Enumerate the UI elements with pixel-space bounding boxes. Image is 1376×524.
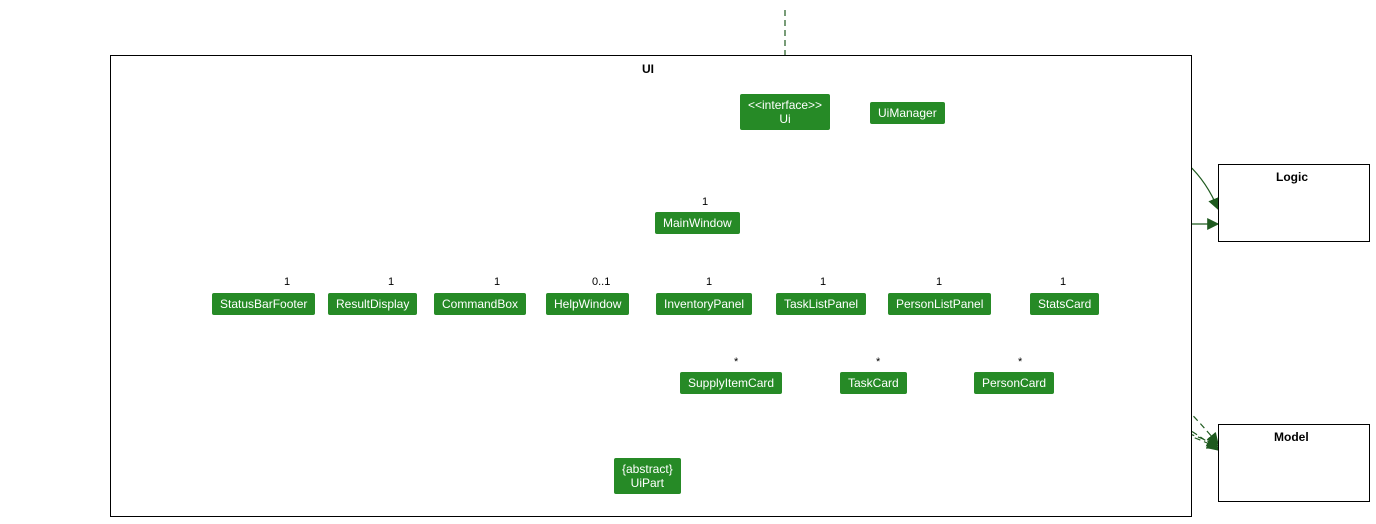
mult-tasklistpanel: 1 xyxy=(820,276,826,288)
uml-diagram: { "package": { "label": "UI" }, "externa… xyxy=(0,0,1376,524)
node-statscard: StatsCard xyxy=(1030,293,1099,315)
package-ui xyxy=(110,55,1192,517)
node-mainwindow: MainWindow xyxy=(655,212,740,234)
node-inventorypanel: InventoryPanel xyxy=(656,293,752,315)
package-model-label: Model xyxy=(1274,430,1309,444)
mult-statscard: 1 xyxy=(1060,276,1066,288)
mult-resultdisplay: 1 xyxy=(388,276,394,288)
node-commandbox: CommandBox xyxy=(434,293,526,315)
node-resultdisplay: ResultDisplay xyxy=(328,293,417,315)
name: UiPart xyxy=(622,476,673,490)
node-supplyitemcard: SupplyItemCard xyxy=(680,372,782,394)
node-ui-interface: <<interface>> Ui xyxy=(740,94,830,130)
node-tasklistpanel: TaskListPanel xyxy=(776,293,866,315)
node-personcard: PersonCard xyxy=(974,372,1054,394)
name: Ui xyxy=(748,112,822,126)
mult-inventorypanel: 1 xyxy=(706,276,712,288)
node-uipart: {abstract} UiPart xyxy=(614,458,681,494)
stereotype: <<interface>> xyxy=(748,98,822,112)
mult-statusbarfooter: 1 xyxy=(284,276,290,288)
mult-personlistpanel: 1 xyxy=(936,276,942,288)
mult-personcard: * xyxy=(1018,356,1022,368)
package-logic-label: Logic xyxy=(1276,170,1308,184)
mult-helpwindow: 0..1 xyxy=(592,276,610,288)
node-personlistpanel: PersonListPanel xyxy=(888,293,991,315)
mult-taskcard: * xyxy=(876,356,880,368)
mult-supplyitemcard: * xyxy=(734,356,738,368)
node-helpwindow: HelpWindow xyxy=(546,293,629,315)
mult-mainwindow: 1 xyxy=(702,196,708,208)
node-statusbarfooter: StatusBarFooter xyxy=(212,293,315,315)
stereotype: {abstract} xyxy=(622,462,673,476)
node-uimanager: UiManager xyxy=(870,102,945,124)
mult-commandbox: 1 xyxy=(494,276,500,288)
node-taskcard: TaskCard xyxy=(840,372,907,394)
package-ui-label: UI xyxy=(642,62,654,76)
